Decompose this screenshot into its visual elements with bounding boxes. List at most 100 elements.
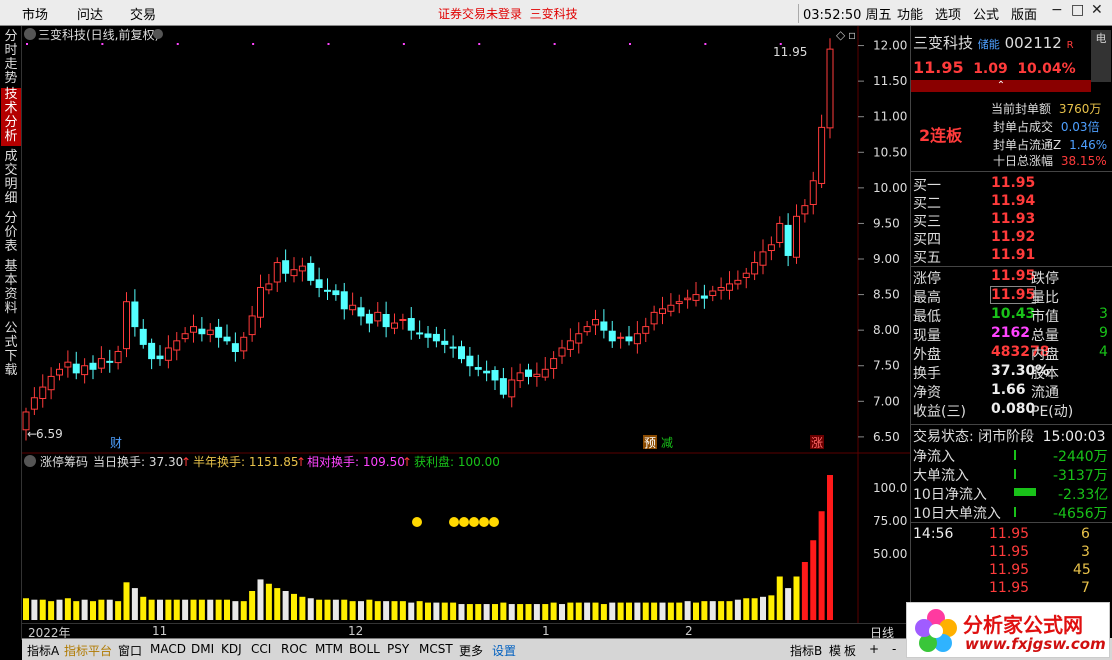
tab-cci[interactable]: CCI [249, 642, 273, 656]
indicator-bar [651, 602, 658, 620]
indicator-bar [483, 604, 490, 620]
candle-body [198, 328, 206, 335]
maximize-icon[interactable]: □ [1071, 2, 1084, 18]
bid-price[interactable]: 11.91 [991, 247, 1035, 263]
tab-kdj[interactable]: KDJ [219, 642, 244, 656]
price-axis-label: 6.50 [873, 430, 900, 444]
candle-body [257, 286, 264, 318]
flow-value: -3137万 [1053, 468, 1108, 484]
candle-body [97, 358, 105, 369]
tab-mcst[interactable]: MCST [417, 642, 455, 656]
minimize-icon[interactable]: − [1051, 2, 1063, 18]
signal-dot [704, 43, 707, 45]
tab-dmi[interactable]: DMI [189, 642, 216, 656]
tab-trades[interactable]: 成交明细 [1, 150, 21, 208]
period-daily[interactable]: 日线 [870, 624, 894, 641]
stat-label: 涨停 [913, 271, 941, 287]
candle-body [684, 297, 692, 301]
tab-boll[interactable]: BOLL [347, 642, 382, 656]
menu-formula[interactable]: 公式 [973, 4, 999, 23]
tab-indicator-platform[interactable]: 指标平台 [62, 642, 114, 659]
tab-indicator-a[interactable]: 指标A [25, 642, 61, 659]
expand-chevron-icon[interactable]: ⌃ [911, 80, 1091, 92]
seal-label: 当前封单额 [991, 102, 1052, 116]
indicator-bar [726, 601, 733, 620]
candle-body [441, 340, 449, 345]
bid-price[interactable]: 11.93 [991, 211, 1035, 227]
menu-wenda[interactable]: 问达 [77, 4, 103, 23]
tab-indicator-b[interactable]: 指标B [788, 642, 824, 659]
marker-reduce[interactable]: 减 [661, 436, 673, 450]
tab-formula-download[interactable]: 公式下载 [1, 322, 21, 380]
menu-layout[interactable]: 版面 [1011, 4, 1037, 23]
stat-value: 10.43 [991, 306, 1036, 322]
candle-body [499, 378, 507, 395]
candle-body [39, 386, 47, 399]
menu-market[interactable]: 市场 [22, 4, 48, 23]
indicator-bar [232, 601, 239, 620]
flow-label: 大单流入 [913, 468, 969, 484]
low-arrow-icon: ← [27, 427, 37, 441]
stat-label: 收益(三) [913, 404, 966, 420]
logo-url: www.fxjgsw.com [965, 635, 1106, 653]
signal-dot [176, 43, 179, 45]
indicator-bar [81, 599, 88, 620]
candle-body [273, 262, 281, 283]
tab-template-2[interactable]: 板 [842, 642, 858, 659]
candle-body [382, 313, 390, 328]
marker-finance[interactable]: 财 [110, 436, 122, 450]
chart-title-toggle-icon[interactable] [24, 28, 36, 40]
tab-intraday[interactable]: 分时走势 [1, 30, 21, 86]
kline-chart[interactable]: 12.00 11.50 11.00 10.50 10.00 9.50 9.00 8.50 8.0… [22, 26, 910, 623]
sector-tag[interactable]: 储能 [978, 38, 1000, 51]
candle-body [466, 355, 474, 367]
stat-label: 流通 [1031, 385, 1059, 401]
candle-body [416, 332, 424, 335]
tab-psy[interactable]: PSY [385, 642, 411, 656]
tab-more[interactable]: 更多 [457, 642, 485, 659]
zoom-in-button[interactable]: + [867, 642, 881, 656]
candle-body [734, 279, 742, 285]
menu-function[interactable]: 功能 [897, 4, 923, 23]
indicator-bar [793, 576, 800, 620]
top-menu-bar: 市场 问达 交易 证券交易未登录 三变科技 03:52:50 周五 功能 选项 … [0, 0, 1112, 26]
indicator-relative-turnover: 相对换手: 109.50 [307, 455, 405, 469]
date-axis: 2022年 11 12 1 2 [22, 623, 910, 640]
login-notice[interactable]: 证券交易未登录 三变科技 [438, 5, 578, 22]
tab-window[interactable]: 窗口 [116, 642, 144, 659]
tab-mtm[interactable]: MTM [313, 642, 345, 656]
tab-price-table[interactable]: 分价表 [1, 212, 21, 256]
marker-forecast[interactable]: 预 [644, 436, 656, 450]
menu-trade[interactable]: 交易 [130, 4, 156, 23]
indicator-bar [115, 601, 122, 620]
candle-body [617, 336, 625, 339]
flow-value: -2440万 [1053, 449, 1108, 465]
indicator-toggle-icon[interactable] [24, 455, 36, 467]
side-tab[interactable]: 电 [1091, 30, 1111, 82]
tab-basic-info[interactable]: 基本资料 [1, 260, 21, 318]
price-axis-label: 10.50 [873, 145, 907, 159]
menu-options[interactable]: 选项 [935, 4, 961, 23]
tab-template-1[interactable]: 模 [827, 642, 843, 659]
marker-rise[interactable]: 涨 [811, 435, 823, 450]
bid-price[interactable]: 11.95 [991, 175, 1035, 191]
candle-body [340, 291, 348, 310]
tab-roc[interactable]: ROC [279, 642, 309, 656]
price-axis-label: 8.00 [873, 323, 900, 337]
zoom-out-button[interactable]: - [890, 642, 898, 656]
tab-technical[interactable]: 技术分析 [1, 88, 21, 146]
indicator-bar [785, 588, 792, 620]
bid-price[interactable]: 11.92 [991, 229, 1035, 245]
tab-macd[interactable]: MACD [148, 642, 188, 656]
price-change: 1.09 [973, 61, 1008, 77]
bid-price[interactable]: 11.94 [991, 193, 1035, 209]
close-icon[interactable]: ✕ [1091, 2, 1103, 18]
candle-body [173, 340, 181, 351]
chart-options-icon[interactable] [153, 29, 163, 39]
chart-lock-icon[interactable]: ▫ [848, 28, 856, 42]
bid-label: 买四 [913, 232, 941, 248]
chart-diamond-icon[interactable]: ◇ [836, 28, 846, 42]
candle-body [667, 304, 675, 312]
indicator-half-turnover: 半年换手: 1151.85 [193, 455, 298, 469]
tab-settings[interactable]: 设置 [490, 642, 518, 659]
